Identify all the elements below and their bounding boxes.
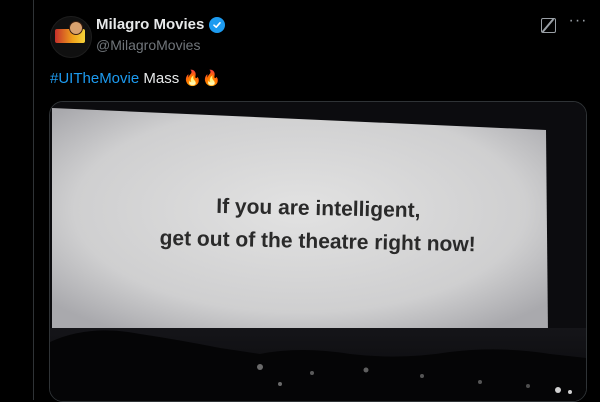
tweet-page: Milagro Movies @MilagroMovies ··· #UIThe…	[0, 0, 600, 402]
fire-emoji: 🔥🔥	[183, 70, 221, 87]
user-handle[interactable]: @MilagroMovies	[96, 37, 200, 53]
tweet-body-text: Mass	[139, 70, 184, 87]
tweet-text: #UITheMovie Mass 🔥🔥	[50, 69, 221, 89]
checkmark-icon	[213, 21, 222, 28]
more-options-icon[interactable]: ···	[568, 13, 588, 34]
tweet-media-image[interactable]: If you are intelligent, get out of the t…	[49, 101, 587, 402]
hashtag-link[interactable]: #UITheMovie	[50, 70, 139, 87]
avatar[interactable]	[50, 16, 92, 58]
verified-badge-icon[interactable]	[209, 16, 226, 33]
display-name[interactable]: Milagro Movies	[96, 16, 204, 33]
tweet-header: Milagro Movies @MilagroMovies ···	[50, 13, 588, 58]
logo-face	[69, 21, 83, 35]
timeline-divider	[33, 0, 34, 400]
author-name-row[interactable]: Milagro Movies	[96, 16, 226, 33]
grok-icon[interactable]	[541, 18, 556, 33]
screen-message: If you are intelligent, get out of the t…	[50, 186, 586, 263]
